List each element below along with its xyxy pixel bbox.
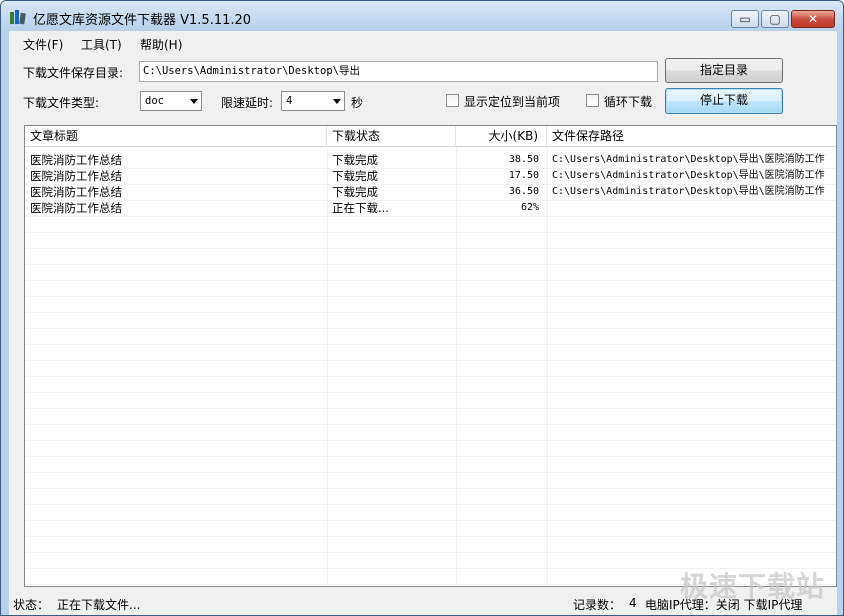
maximize-icon: ▢ (769, 12, 781, 26)
locate-current-checkbox[interactable] (446, 94, 459, 107)
minimize-icon: ▭ (739, 12, 751, 26)
row-status: 下载完成 (332, 169, 378, 183)
menu-file[interactable]: 文件(F) (23, 36, 63, 53)
records-count: 4 (629, 596, 637, 610)
table-row[interactable]: 医院消防工作总结 下载完成 36.50 C:\Users\Administrat… (25, 184, 836, 200)
row-title: 医院消防工作总结 (30, 185, 122, 199)
app-window: 亿愿文库资源文件下载器 V1.5.11.20 ▭ ▢ ✕ 文件(F) 工具(T)… (0, 0, 844, 616)
row-size: 36.50 (508, 186, 539, 197)
minimize-button[interactable]: ▭ (731, 10, 759, 28)
app-books-icon (10, 10, 26, 25)
grid-line (25, 424, 836, 425)
grid-line (25, 312, 836, 313)
maximize-button[interactable]: ▢ (761, 10, 789, 28)
delay-label: 限速延时: (221, 96, 274, 110)
grid-line (25, 264, 836, 265)
grid-line (25, 232, 836, 233)
delay-select[interactable]: 4 (281, 91, 345, 111)
window-title: 亿愿文库资源文件下载器 V1.5.11.20 (33, 13, 252, 28)
status-label: 状态： (13, 598, 50, 612)
grid-line (25, 280, 836, 281)
window-controls: ▭ ▢ ✕ (729, 10, 835, 30)
row-path (547, 200, 836, 216)
client-area: 文件(F) 工具(T) 帮助(H) 下载文件保存目录: C:\Users\Adm… (9, 31, 837, 615)
close-icon: ✕ (807, 12, 819, 26)
menu-help[interactable]: 帮助(H) (140, 36, 182, 53)
chevron-down-icon (190, 99, 198, 104)
stop-download-button[interactable]: 停止下载 (665, 88, 783, 114)
grid-line (25, 360, 836, 361)
row-status: 下载完成 (332, 185, 378, 199)
row-status: 正在下载... (332, 201, 389, 215)
row-size: 17.50 (508, 170, 539, 181)
file-type-label: 下载文件类型: (23, 96, 100, 110)
grid-line (25, 376, 836, 377)
grid-line (25, 504, 836, 505)
col-status[interactable]: 下载状态 (327, 126, 456, 147)
grid-line (25, 248, 836, 249)
locate-current-label[interactable]: 显示定位到当前项 (464, 93, 560, 110)
grid-line (25, 456, 836, 457)
grid-line (25, 536, 836, 537)
table-row[interactable]: 医院消防工作总结 下载完成 17.50 C:\Users\Administrat… (25, 168, 836, 184)
row-title: 医院消防工作总结 (30, 201, 122, 215)
col-path[interactable]: 文件保存路径 (547, 126, 836, 147)
grid-line (25, 472, 836, 473)
loop-download-checkbox[interactable] (586, 94, 599, 107)
row-status: 下载完成 (332, 153, 378, 167)
save-dir-input[interactable]: C:\Users\Administrator\Desktop\导出 (139, 61, 658, 82)
grid-line (25, 392, 836, 393)
menu-tools[interactable]: 工具(T) (81, 36, 122, 53)
row-path: C:\Users\Administrator\Desktop\导出\医院消防工作 (552, 154, 825, 165)
set-dir-button[interactable]: 指定目录 (665, 58, 783, 83)
title-bar[interactable]: 亿愿文库资源文件下载器 V1.5.11.20 ▭ ▢ ✕ (1, 1, 843, 31)
grid-line (25, 488, 836, 489)
grid-line (25, 520, 836, 521)
row-path: C:\Users\Administrator\Desktop\导出\医院消防工作 (552, 170, 825, 181)
delay-unit: 秒 (351, 96, 364, 110)
table-row[interactable]: 医院消防工作总结 正在下载... 62% (25, 200, 836, 216)
download-list[interactable]: 文章标题 下载状态 大小(KB) 文件保存路径 医院消防工作总结 下载完成 38… (24, 125, 837, 587)
row-size: 38.50 (508, 154, 539, 165)
table-row[interactable]: 医院消防工作总结 下载完成 38.50 C:\Users\Administrat… (25, 152, 836, 168)
col-size[interactable]: 大小(KB) (456, 126, 547, 147)
grid-line (25, 440, 836, 441)
row-size: 62% (520, 202, 539, 213)
grid-line (25, 296, 836, 297)
file-type-select[interactable]: doc (140, 91, 202, 111)
row-title: 医院消防工作总结 (30, 153, 122, 167)
grid-line (25, 216, 836, 217)
loop-download-label[interactable]: 循环下载 (604, 93, 652, 110)
list-header: 文章标题 下载状态 大小(KB) 文件保存路径 (25, 126, 836, 147)
close-button[interactable]: ✕ (791, 10, 835, 28)
watermark-logo: 极速下载站 (679, 570, 825, 603)
file-type-value: doc (145, 95, 164, 107)
menu-bar: 文件(F) 工具(T) 帮助(H) (9, 31, 837, 55)
chevron-down-icon (333, 99, 341, 104)
grid-line (25, 344, 836, 345)
save-dir-label: 下载文件保存目录: (23, 66, 124, 80)
records-label: 记录数： (573, 598, 622, 612)
status-value: 正在下载文件... (57, 598, 141, 612)
grid-line (25, 552, 836, 553)
grid-line (25, 408, 836, 409)
delay-value: 4 (286, 95, 293, 107)
col-title[interactable]: 文章标题 (25, 126, 327, 147)
row-path: C:\Users\Administrator\Desktop\导出\医院消防工作 (552, 186, 825, 197)
grid-line (25, 328, 836, 329)
row-title: 医院消防工作总结 (30, 169, 122, 183)
